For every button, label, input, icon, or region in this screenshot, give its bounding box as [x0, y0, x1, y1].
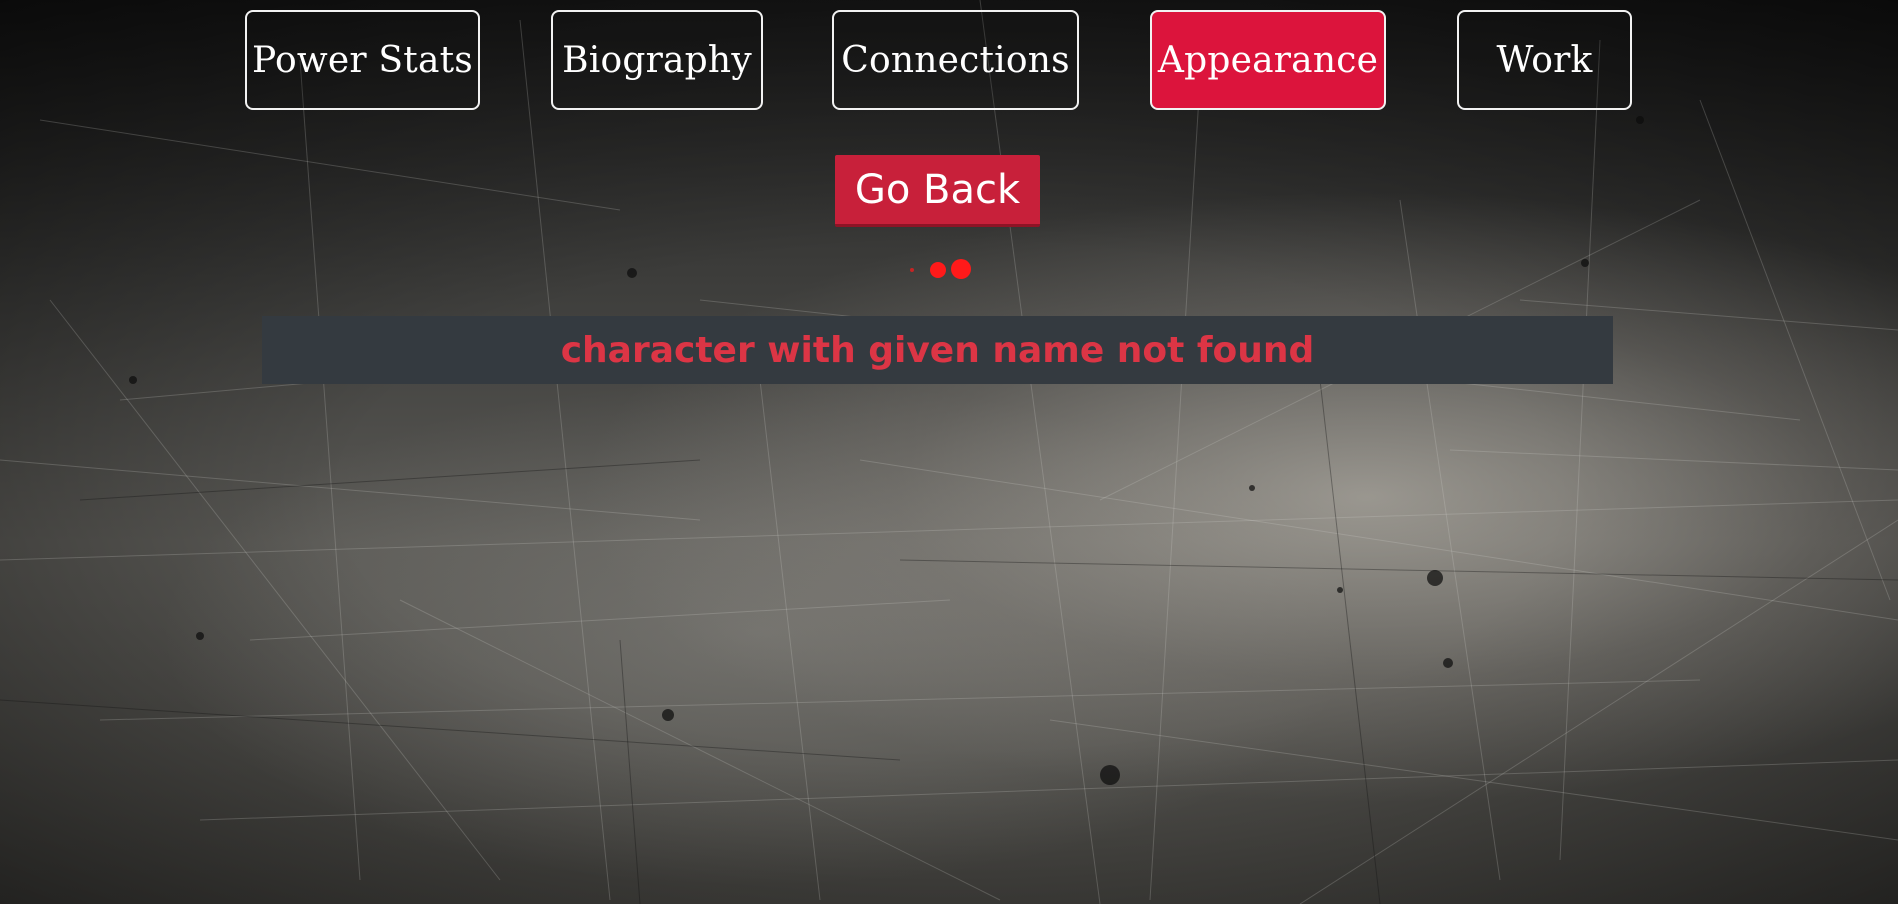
loading-dot [910, 268, 914, 272]
loading-dot [930, 262, 946, 278]
tab-power-stats[interactable]: Power Stats [245, 10, 480, 110]
tab-appearance[interactable]: Appearance [1150, 10, 1386, 110]
error-message: character with given name not found [560, 329, 1315, 371]
scratched-metal-background [0, 0, 1898, 904]
tab-connections[interactable]: Connections [832, 10, 1079, 110]
go-back-button[interactable]: Go Back [835, 155, 1040, 227]
loading-dots-icon [910, 256, 971, 282]
error-panel: character with given name not found [262, 316, 1613, 384]
top-nav: Power Stats Biography Connections Appear… [0, 10, 1898, 114]
tab-work[interactable]: Work [1457, 10, 1632, 110]
loading-dot [951, 259, 971, 279]
tab-biography[interactable]: Biography [551, 10, 763, 110]
